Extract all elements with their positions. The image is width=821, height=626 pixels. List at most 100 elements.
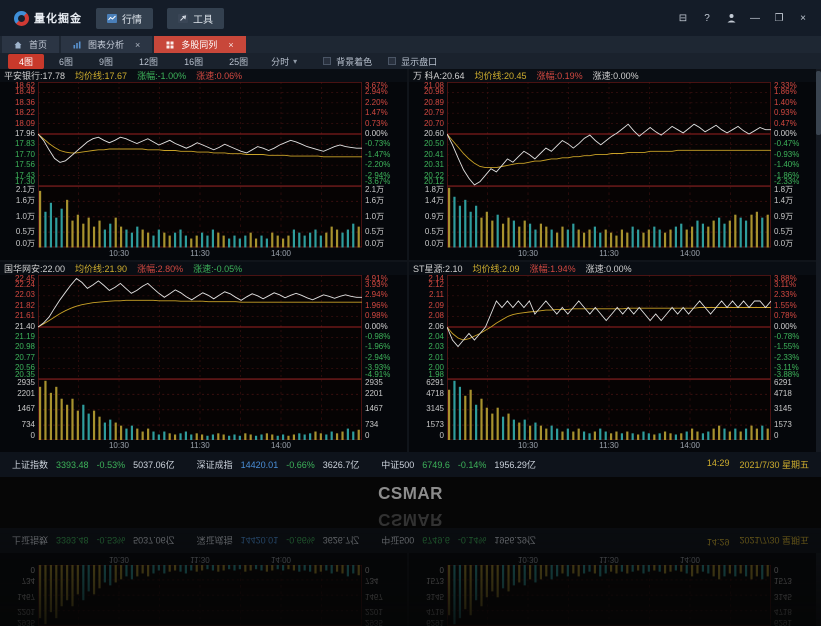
index-value: 6749.6 xyxy=(422,536,450,546)
change-label: 涨幅:0.19% xyxy=(537,69,583,82)
layout-button-25tu[interactable]: 25图 xyxy=(218,54,259,69)
axis-label: 0 xyxy=(365,432,369,440)
tab-home[interactable]: 首页 xyxy=(2,36,59,53)
index-item: 深证成指14420.01-0.66%3626.7亿 xyxy=(197,534,360,547)
axis-label: 2201 xyxy=(365,607,383,615)
checkbox-show-orderbook[interactable]: 显示盘口 xyxy=(388,55,437,68)
change-label: 涨幅:1.94% xyxy=(530,262,576,275)
index-summary: 上证指数3393.48-0.53%5037.06亿深证成指14420.01-0.… xyxy=(12,458,558,471)
axis-label: 21.40 xyxy=(15,323,35,331)
volume-axis-labels: 1.8万1.4万0.9万0.5万0.0万 xyxy=(771,186,816,248)
axis-label: 2.1万 xyxy=(365,186,384,194)
index-name: 深证成指 xyxy=(197,534,233,547)
maximize-button[interactable]: ❐ xyxy=(767,8,791,28)
right-axis: 4.91%3.93%2.94%1.96%0.98%0.00%-0.98%-1.9… xyxy=(362,553,407,626)
checkbox-background-shading[interactable]: 背景着色 xyxy=(323,55,372,68)
axis-label: 1467 xyxy=(365,592,383,600)
tab-chart-analysis[interactable]: 图表分析× xyxy=(61,36,152,53)
chart-header: 平安银行:17.78均价线:17.67涨幅:-1.00%涨速:0.06% xyxy=(0,69,407,82)
volume-pane-st-xingyuan[interactable] xyxy=(447,379,771,441)
layout-button-4tu[interactable]: 4图 xyxy=(8,54,44,69)
volume-pane-guohua-wangan[interactable] xyxy=(38,379,362,441)
chevron-down-icon[interactable]: ▾ xyxy=(293,57,297,66)
axis-label: 2.11 xyxy=(429,291,444,299)
axis-label: 0.93% xyxy=(774,109,797,117)
price-pane-vanke-a[interactable] xyxy=(447,82,771,186)
volume-axis-labels: 2.1万1.6万1.0万0.5万0.0万 xyxy=(362,186,407,248)
axis-label: 6291 xyxy=(774,619,792,626)
index-item: 中证5006749.6-0.14%1956.29亿 xyxy=(381,458,536,471)
avg-price-label: 均价线:2.09 xyxy=(473,262,520,275)
tab-label: 多股同列 xyxy=(181,38,217,51)
axis-label: 0 xyxy=(440,565,444,573)
axis-label: -1.47% xyxy=(365,151,390,159)
time-tick: 14:00 xyxy=(271,249,291,258)
quotes-icon xyxy=(107,14,117,23)
time-axis: 10:3011:3014:00 xyxy=(447,553,771,565)
axis-label: 0.00% xyxy=(774,323,797,331)
vertical-scrollbar[interactable] xyxy=(816,69,821,452)
price-axis-labels: 2.142.122.112.092.082.062.042.032.012.00… xyxy=(409,275,447,379)
axis-label: 0.0万 xyxy=(425,240,444,248)
axis-label: 2935 xyxy=(17,379,35,387)
right-axis: 4.91%3.93%2.94%1.96%0.98%0.00%-0.98%-1.9… xyxy=(362,275,407,453)
axis-label: 1.96% xyxy=(365,302,388,310)
clock: 14:29 2021/7/30 星期五 xyxy=(707,458,809,471)
volume-axis-labels: 2935220114677340 xyxy=(362,565,407,626)
axis-label: 2.09 xyxy=(428,302,444,310)
axis-label: 0 xyxy=(31,432,35,440)
axis-label: 1467 xyxy=(365,405,383,413)
axis-label: 20.98 xyxy=(424,88,444,96)
close-tab-icon[interactable]: × xyxy=(224,40,233,50)
change-label: 涨幅:2.80% xyxy=(137,262,183,275)
index-change: -0.66% xyxy=(286,460,315,470)
time-tick: 11:30 xyxy=(599,249,618,258)
price-pane-pingan-bank[interactable] xyxy=(38,82,362,186)
tab-home-icon xyxy=(14,41,22,49)
period-select[interactable]: 分时 xyxy=(271,55,289,68)
speed-label: 涨速:-0.05% xyxy=(193,262,242,275)
menu-tools[interactable]: 工具 xyxy=(167,8,224,29)
checkbox-box[interactable] xyxy=(323,57,331,65)
tab-multi-stock-grid[interactable]: 多股同列 × xyxy=(154,36,245,53)
layout-button-6tu[interactable]: 6图 xyxy=(48,54,84,69)
index-amount: 3626.7亿 xyxy=(323,458,360,471)
axis-label: 2.1万 xyxy=(16,186,35,194)
minimize-button[interactable]: — xyxy=(743,8,767,28)
user-icon[interactable] xyxy=(719,8,743,28)
index-name: 上证指数 xyxy=(12,534,48,547)
volume-axis-labels: 2935220114677340 xyxy=(0,379,38,441)
axis-label: 3145 xyxy=(426,405,444,413)
axis-label: 6291 xyxy=(774,379,792,387)
close-button[interactable]: × xyxy=(791,8,815,28)
index-item: 上证指数3393.48-0.53%5037.06亿 xyxy=(12,534,175,547)
time-tick: 11:30 xyxy=(190,441,209,450)
status-date: 2021/7/30 星期五 xyxy=(739,458,809,471)
volume-pane-vanke-a[interactable] xyxy=(447,186,771,248)
volume-pane-pingan-bank[interactable] xyxy=(38,186,362,248)
help-icon[interactable]: ? xyxy=(695,8,719,28)
axis-label: 3145 xyxy=(774,592,792,600)
time-tick: 14:00 xyxy=(271,555,291,564)
time-axis: 10:3011:3014:00 xyxy=(38,553,362,565)
index-change: -0.14% xyxy=(458,536,487,546)
layout-buttons: 4图 6图 9图 12图 16图 25图 xyxy=(8,54,263,69)
axis-label: 0.78% xyxy=(774,312,797,320)
layout-button-16tu[interactable]: 16图 xyxy=(173,54,214,69)
status-date: 2021/7/30 星期五 xyxy=(739,534,809,547)
scrollbar-thumb[interactable] xyxy=(816,71,821,135)
volume-axis-labels: 2.1万1.6万1.0万0.5万0.0万 xyxy=(0,186,38,248)
menu-quotes[interactable]: 行情 xyxy=(96,8,153,29)
panel-icon[interactable]: ⊟ xyxy=(671,8,695,28)
speed-label: 涨速:0.00% xyxy=(593,69,639,82)
layout-button-12tu[interactable]: 12图 xyxy=(128,54,169,69)
price-pane-st-xingyuan[interactable] xyxy=(447,275,771,379)
csmar-watermark: CSMAR xyxy=(0,484,821,505)
close-tab-icon[interactable]: × xyxy=(131,40,140,50)
charts-region: 平安银行:17.78均价线:17.67涨幅:-1.00%涨速:0.06%18.6… xyxy=(0,553,821,626)
layout-button-9tu[interactable]: 9图 xyxy=(88,54,124,69)
time-axis: 10:3011:3014:00 xyxy=(38,440,362,452)
price-pane-guohua-wangan[interactable] xyxy=(38,275,362,379)
checkbox-box[interactable] xyxy=(388,57,396,65)
main-menu: 行情工具 xyxy=(82,8,224,29)
